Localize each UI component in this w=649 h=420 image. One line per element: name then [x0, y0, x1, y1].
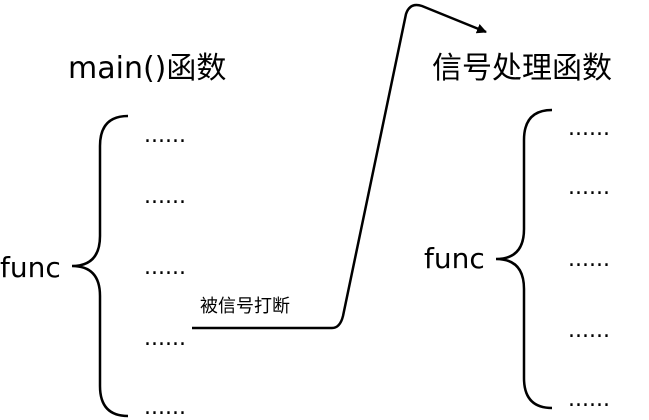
handler-func-label: func [424, 242, 485, 275]
main-line-1: ...... [144, 123, 186, 148]
signal-interrupt-diagram: main()函数 func ...... ...... ...... .....… [0, 3, 612, 420]
main-line-2: ...... [144, 184, 186, 209]
signal-handler-brace [495, 108, 553, 410]
interrupt-edge-label: 被信号打断 [200, 296, 290, 317]
main-function-brace [71, 114, 129, 418]
main-function-block: main()函数 func ...... ...... ...... .....… [0, 51, 226, 420]
main-func-label: func [0, 251, 61, 284]
main-line-4: ...... [144, 326, 186, 351]
handler-line-1: ...... [568, 116, 610, 141]
signal-handler-block: 信号处理函数 func ...... ...... ...... ...... … [424, 51, 612, 412]
handler-line-5: ...... [568, 387, 610, 412]
main-line-3: ...... [144, 255, 186, 280]
handler-line-4: ...... [568, 318, 610, 343]
handler-line-3: ...... [568, 247, 610, 272]
main-line-5: ...... [144, 395, 186, 420]
main-function-title: main()函数 [68, 51, 226, 86]
signal-handler-title: 信号处理函数 [432, 51, 612, 86]
handler-line-2: ...... [568, 175, 610, 200]
